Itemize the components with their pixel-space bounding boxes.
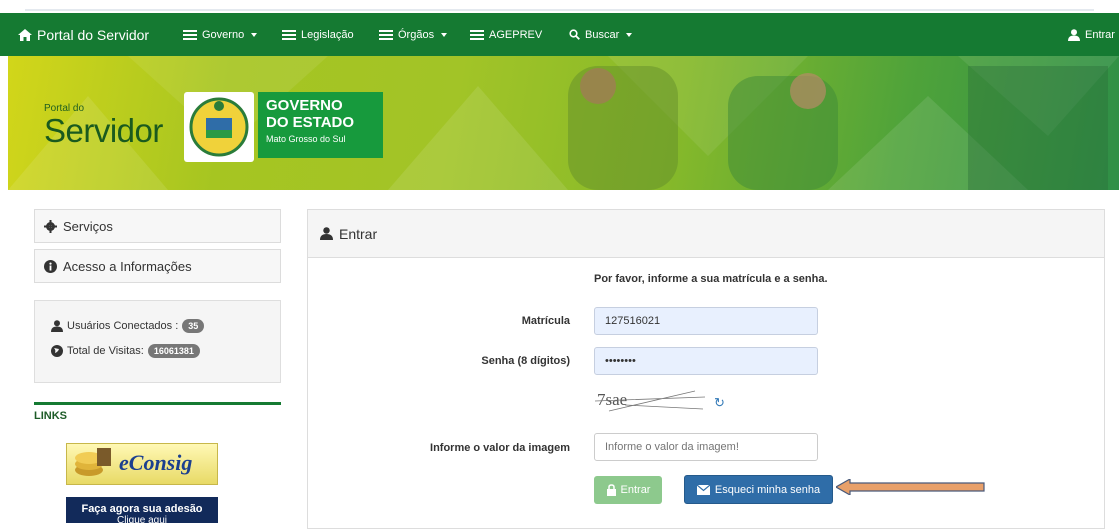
login-hint: Por favor, informe a sua matrícula e a s…	[594, 273, 828, 285]
globe-icon	[51, 345, 63, 357]
gear-icon	[44, 219, 57, 233]
sidebar-acesso-informacoes[interactable]: Acesso a Informações	[34, 249, 281, 283]
nav-orgaos[interactable]: Órgãos	[379, 13, 448, 56]
matricula-input[interactable]	[594, 307, 818, 335]
visitas-label: Total de Visitas:	[67, 345, 144, 357]
list-icon	[470, 29, 484, 40]
lock-icon	[606, 484, 616, 496]
adesao-label: Faça agora sua adesão	[81, 503, 203, 515]
banner-pattern	[8, 56, 1119, 190]
esqueci-senha-label: Esqueci minha senha	[714, 483, 821, 496]
nav-login[interactable]: Entrar	[1068, 13, 1115, 56]
nav-brand[interactable]: Portal do Servidor	[18, 13, 149, 56]
links-heading: LINKS	[34, 402, 281, 422]
envelope-icon	[696, 484, 710, 495]
sidebar-acesso-label: Acesso a Informações	[63, 258, 192, 274]
captcha-image: 7sae	[594, 387, 706, 415]
login-panel-title: Entrar	[339, 225, 378, 242]
nav-governo-label: Governo	[202, 28, 245, 41]
governo-logo-box: GOVERNO DO ESTADO Mato Grosso do Sul	[258, 92, 383, 158]
annotation-arrow	[836, 479, 985, 495]
usuarios-count-badge: 35	[182, 319, 205, 333]
stats-box: Usuários Conectados : 35 Total de Visita…	[34, 300, 281, 383]
list-icon	[183, 29, 197, 40]
matricula-label: Matrícula	[521, 315, 570, 327]
nav-legislacao[interactable]: Legislação	[282, 13, 354, 56]
caret-down-icon	[626, 32, 633, 37]
usuarios-conectados: Usuários Conectados : 35	[51, 319, 205, 333]
nav-legislacao-label: Legislação	[301, 28, 354, 41]
entrar-button[interactable]: Entrar	[594, 476, 662, 504]
user-icon	[320, 227, 333, 240]
info-icon	[44, 259, 57, 273]
nav-ageprev-label: AGEPREV	[489, 28, 543, 41]
user-icon	[1068, 28, 1080, 41]
esqueci-senha-button[interactable]: Esqueci minha senha	[684, 475, 833, 504]
login-panel-header: Entrar	[308, 210, 1104, 258]
top-navbar: Portal do Servidor Governo Legislação Ór…	[0, 13, 1119, 56]
search-icon	[569, 29, 580, 40]
user-icon	[51, 320, 63, 332]
nav-buscar-label: Buscar	[585, 28, 620, 41]
captcha-input[interactable]	[594, 433, 818, 461]
list-icon	[379, 29, 393, 40]
list-icon	[282, 29, 296, 40]
nav-ageprev[interactable]: AGEPREV	[470, 13, 542, 56]
brand-label: Portal do Servidor	[37, 26, 150, 43]
senha-input[interactable]	[594, 347, 818, 375]
adesao-banner[interactable]: Faça agora sua adesão Clique aqui	[66, 497, 218, 523]
nav-orgaos-label: Órgãos	[398, 28, 435, 41]
caret-down-icon	[251, 32, 258, 37]
econsig-banner[interactable]: eConsig	[66, 443, 218, 485]
captcha-label: Informe o valor da imagem	[430, 442, 570, 454]
total-visitas: Total de Visitas: 16061381	[51, 344, 200, 358]
refresh-captcha-icon[interactable]: ↻	[714, 395, 725, 411]
header-banner	[8, 56, 1119, 190]
senha-label: Senha (8 dígitos)	[481, 355, 570, 367]
visitas-count-badge: 16061381	[147, 344, 200, 358]
gov-line2: DO ESTADO	[266, 114, 355, 131]
sidebar-servicos-label: Serviços	[63, 218, 113, 234]
nav-login-label: Entrar	[1085, 28, 1115, 41]
nav-buscar[interactable]: Buscar	[569, 13, 633, 56]
top-strip	[0, 0, 1119, 13]
sidebar-servicos[interactable]: Serviços	[34, 209, 281, 243]
usuarios-label: Usuários Conectados :	[67, 320, 179, 332]
entrar-button-label: Entrar	[620, 484, 651, 496]
caret-down-icon	[441, 32, 448, 37]
nav-governo[interactable]: Governo	[183, 13, 258, 56]
econsig-label: eConsig	[119, 450, 193, 475]
adesao-sub-label: Clique aqui	[116, 515, 168, 523]
gov-line1: GOVERNO	[266, 97, 343, 114]
gov-line3: Mato Grosso do Sul	[266, 134, 346, 144]
captcha-text: 7sae	[597, 390, 627, 409]
coins-icon	[75, 448, 111, 476]
home-icon	[18, 28, 32, 41]
state-seal-logo	[184, 92, 254, 162]
servidor-logo-text: Servidor	[44, 112, 163, 149]
